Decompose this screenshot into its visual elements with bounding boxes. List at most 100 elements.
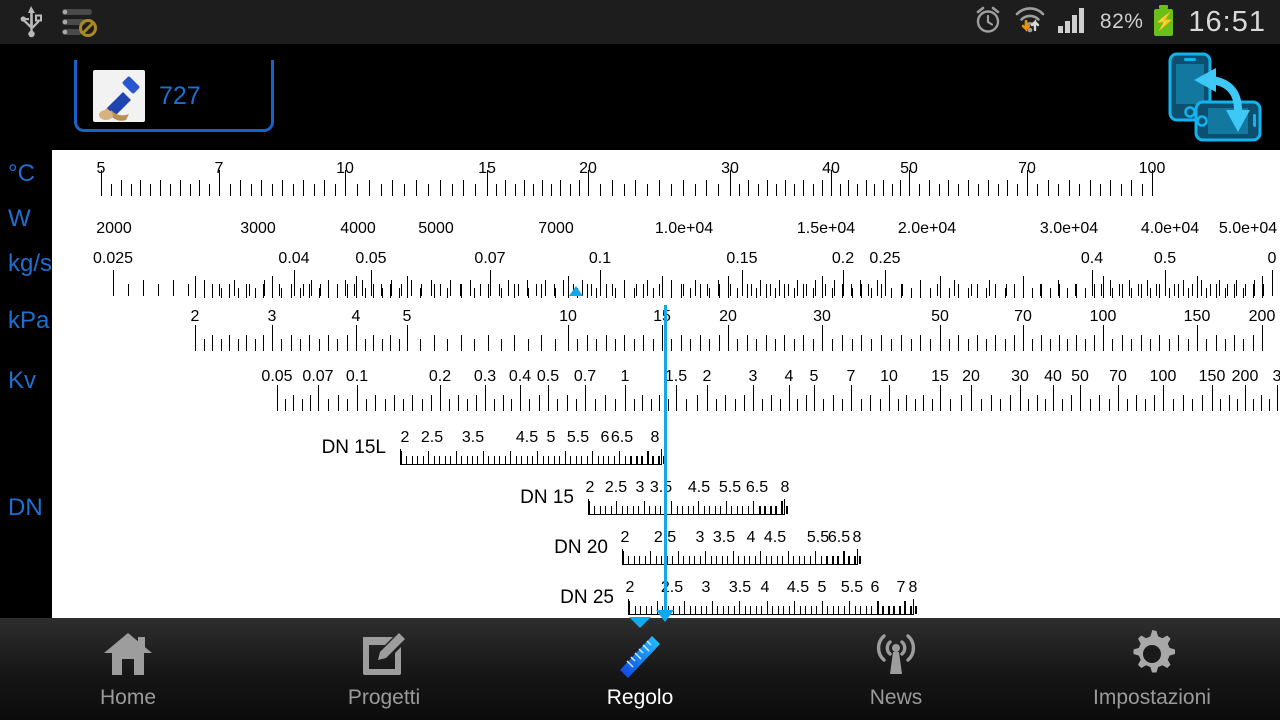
dn-tick (766, 601, 768, 614)
dn-tick-label: 2.5 (604, 479, 628, 496)
tick-minor (948, 179, 950, 196)
tick-minor (958, 284, 960, 298)
tick-minor (737, 339, 739, 351)
nav-item-regolo[interactable]: Regolo (512, 617, 768, 720)
tick-major (440, 385, 441, 411)
tick-minor (1049, 339, 1051, 351)
tick-minor (334, 184, 336, 196)
tick-minor (403, 399, 405, 411)
tick-major (588, 170, 589, 196)
dn-scale-row: DN 15L 2 2.5 3.5 4.5 5 5.5 6 6.5 8 (322, 425, 665, 465)
tick-minor (784, 284, 786, 298)
tick-major (971, 385, 972, 411)
dn-tick (537, 451, 539, 464)
dn-tick-label: 8 (780, 479, 790, 496)
dn-tick (684, 601, 685, 614)
cursor-line[interactable] (664, 305, 667, 617)
dn-tick (799, 606, 801, 614)
tick-minor (458, 394, 459, 411)
dn-tick (842, 551, 845, 564)
tick-minor (680, 334, 682, 351)
dn-tick (898, 606, 901, 614)
tick-minor (240, 179, 241, 196)
dn-scale-row: DN 25 2 2.5 3 3.5 4 4.5 5 5.5 6 7 8 (560, 575, 917, 615)
tick-minor (1036, 394, 1038, 411)
dn-tick (466, 456, 468, 464)
home-icon (102, 628, 154, 680)
tick-minor (460, 334, 462, 351)
tick-minor (290, 284, 292, 298)
dn-tick (666, 556, 668, 564)
tick-minor (514, 284, 516, 298)
tick-minor (523, 179, 525, 196)
dn-scale-labels: 22.533.544.55.56.58 (620, 529, 862, 547)
dn-tick (682, 506, 684, 514)
tick-minor (958, 184, 960, 196)
tick-minor (412, 394, 414, 411)
dn-tick (678, 606, 680, 614)
tick-minor (718, 184, 720, 196)
tick-minor (1121, 334, 1123, 351)
tick-minor (987, 179, 989, 196)
scale-tick-label: 0.3 (473, 368, 497, 385)
nav-label-regolo: Regolo (606, 686, 674, 709)
dn-tick (639, 556, 641, 564)
tick-minor (416, 179, 417, 196)
tick-minor (611, 179, 613, 196)
tick-minor (746, 284, 748, 298)
nav-item-progetti[interactable]: Progetti (256, 618, 512, 720)
tick-minor (861, 284, 863, 298)
tick-minor (990, 394, 992, 411)
dn-tick (482, 451, 484, 464)
dn-scale-labels: 2 2.5 3.5 4.5 5 5.5 6 6.5 8 (400, 429, 662, 447)
dn-scale-name: DN 20 (554, 537, 608, 558)
tick-minor (373, 284, 374, 298)
tick-minor (682, 179, 684, 196)
nav-item-home[interactable]: Home (0, 618, 256, 720)
scale-tick-label: 150 (1183, 308, 1211, 325)
dn-tick (838, 606, 839, 614)
tick-minor (910, 288, 912, 298)
dn-tick (641, 456, 644, 464)
scale-tick-label: 0.07 (474, 250, 506, 267)
tick-major (728, 276, 729, 298)
project-tab-chip[interactable]: 727 (74, 60, 274, 132)
scale-tick-label: 50 (1071, 368, 1089, 385)
nav-item-news[interactable]: News (768, 618, 1024, 720)
tick-minor (237, 288, 239, 298)
tick-major (1277, 385, 1278, 411)
tick-minor (246, 284, 248, 298)
dn-scale-name: DN 25 (560, 587, 614, 608)
tick-minor (643, 334, 645, 351)
dn-tick (455, 451, 457, 464)
dn-tick (876, 601, 879, 614)
tick-minor (652, 288, 654, 298)
tick-minor (392, 179, 394, 196)
tick-minor (560, 179, 562, 196)
dn-tick (602, 456, 604, 464)
tick-minor (463, 179, 465, 196)
dn-tick-label: 2 (620, 529, 630, 546)
dn-tick (613, 456, 615, 464)
tick-minor (718, 334, 720, 351)
tick-minor (212, 284, 214, 298)
tick-major (940, 276, 941, 298)
scale-tick-label: 10 (880, 368, 898, 385)
dn-tick (750, 606, 751, 614)
tick-minor (1058, 284, 1060, 298)
tick-minor (381, 288, 383, 298)
tick-minor (569, 184, 571, 196)
scale-tick-label: 200 (1248, 308, 1276, 325)
dn-tick (433, 456, 435, 464)
tick-minor (209, 184, 211, 196)
scale-tick-label: 2 (190, 308, 200, 325)
tick-minor (1172, 399, 1174, 411)
tick-minor (578, 179, 580, 196)
dn-tick (786, 506, 788, 514)
nav-item-impostazioni[interactable]: Impostazioni (1024, 618, 1280, 720)
axis-label-dn: DN (8, 494, 43, 521)
tick-minor (757, 184, 759, 196)
nav-label-home: Home (99, 686, 157, 709)
tick-minor (1141, 184, 1143, 196)
scale-tick-label: 0.5 (536, 368, 560, 385)
